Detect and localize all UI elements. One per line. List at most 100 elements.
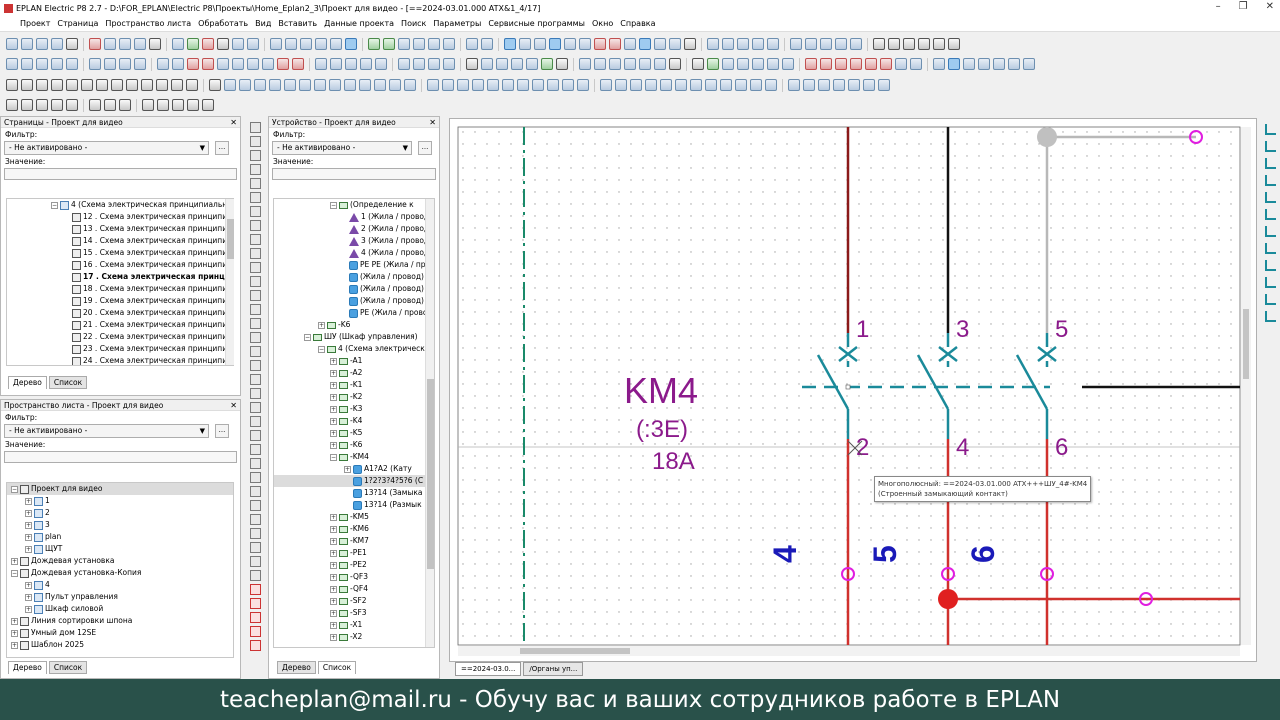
toolbar-button-icon[interactable] [805,38,817,50]
toolbar-button-icon[interactable] [413,38,425,50]
expand-icon[interactable]: + [25,509,32,517]
insert-tool-icon[interactable] [249,164,261,175]
tree-node[interactable]: 15 . Схема электрическая принципи [7,247,233,259]
toolbar-button-icon[interactable] [186,79,198,91]
toolbar-button-icon[interactable] [692,58,704,70]
tree-node[interactable]: + -PE1 [274,547,434,559]
layout-filter-select[interactable]: - Не активировано - ▼ [4,424,209,438]
menu-item[interactable]: Параметры [433,19,481,28]
toolbar-button-icon[interactable] [562,79,574,91]
tree-node[interactable]: + ЩУТ [7,543,233,555]
toolbar-button-icon[interactable] [202,38,214,50]
connection-symbol-icon[interactable] [1264,294,1276,305]
expand-icon[interactable]: + [25,605,32,613]
toolbar-button-icon[interactable] [873,38,885,50]
tree-node[interactable]: + -QF4 [274,583,434,595]
filter-browse-button[interactable]: ... [215,424,229,438]
tab-list[interactable]: Список [317,661,357,674]
toolbar-button-icon[interactable] [187,38,199,50]
expand-icon[interactable]: − [304,333,311,341]
toolbar-button-icon[interactable] [519,38,531,50]
page-tab-active[interactable]: ==2024-03.0... [455,662,522,676]
tree-node[interactable]: 19 . Схема электрическая принципи [7,295,233,307]
toolbar-button-icon[interactable] [443,38,455,50]
toolbar-button-icon[interactable] [767,38,779,50]
toolbar-button-icon[interactable] [413,58,425,70]
toolbar-button-icon[interactable] [630,79,642,91]
tree-node[interactable]: (Жила / провод) (= [274,271,434,283]
tree-node[interactable]: 24 . Схема электрическая принципи [7,355,233,365]
toolbar-button-icon[interactable] [496,58,508,70]
insert-tool-icon[interactable] [249,234,261,245]
connection-symbol-icon[interactable] [1264,124,1276,135]
toolbar-button-icon[interactable] [81,79,93,91]
tree-node[interactable]: +3 [7,519,233,531]
insert-tool-icon[interactable] [249,206,261,217]
connection-symbol-icon[interactable] [1264,260,1276,271]
insert-tool-icon[interactable] [249,304,261,315]
toolbar-button-icon[interactable] [504,38,516,50]
toolbar-button-icon[interactable] [119,38,131,50]
menu-item[interactable]: Вид [255,19,271,28]
tree-node[interactable]: 13?14 (Размык [274,499,434,511]
toolbar-button-icon[interactable] [579,38,591,50]
toolbar-button-icon[interactable] [269,79,281,91]
insert-tool-icon[interactable] [249,374,261,385]
toolbar-button-icon[interactable] [880,58,892,70]
toolbar-button-icon[interactable] [314,79,326,91]
expand-icon[interactable]: + [344,465,351,473]
tree-node[interactable]: 18 . Схема электрическая принципи [7,283,233,295]
toolbar-button-icon[interactable] [1008,58,1020,70]
tab-tree[interactable]: Дерево [8,661,47,674]
toolbar-button-icon[interactable] [645,79,657,91]
tree-node[interactable]: + -K1 [274,379,434,391]
expand-icon[interactable]: + [330,429,337,437]
toolbar-button-icon[interactable] [690,79,702,91]
insert-tool-icon[interactable] [249,402,261,413]
pages-value-field[interactable] [4,168,237,180]
toolbar-button-icon[interactable] [36,99,48,111]
expand-icon[interactable]: + [25,533,32,541]
tree-node[interactable]: + -X2 [274,631,434,643]
toolbar-button-icon[interactable] [933,38,945,50]
expand-icon[interactable]: + [330,561,337,569]
tree-node[interactable]: + -K6 [274,439,434,451]
toolbar-button-icon[interactable] [66,58,78,70]
toolbar-button-icon[interactable] [820,38,832,50]
pages-scrollbar[interactable] [225,199,234,365]
toolbar-button-icon[interactable] [466,38,478,50]
expand-icon[interactable]: + [11,641,18,649]
toolbar-button-icon[interactable] [119,58,131,70]
toolbar-button-icon[interactable] [848,79,860,91]
toolbar-button-icon[interactable] [36,79,48,91]
toolbar-button-icon[interactable] [119,99,131,111]
toolbar-button-icon[interactable] [600,79,612,91]
insert-tool-icon[interactable] [249,248,261,259]
tree-node[interactable]: (Жила / провод) (= [274,283,434,295]
toolbar-button-icon[interactable] [374,79,386,91]
toolbar-button-icon[interactable] [217,38,229,50]
layout-tree[interactable]: − Проект для видео +1 +2 +3 + plan + ЩУТ + Дождева… [6,482,234,658]
insert-tool-icon[interactable] [249,598,261,609]
toolbar-button-icon[interactable] [51,79,63,91]
menu-item[interactable]: Вставить [278,19,317,28]
toolbar-button-icon[interactable] [705,79,717,91]
insert-tool-icon[interactable] [249,444,261,455]
tab-tree[interactable]: Дерево [277,661,316,674]
toolbar-button-icon[interactable] [134,38,146,50]
menu-item[interactable]: Пространство листа [105,19,191,28]
toolbar-button-icon[interactable] [96,79,108,91]
toolbar-button-icon[interactable] [737,58,749,70]
insert-tool-icon[interactable] [249,640,261,651]
expand-icon[interactable]: + [330,609,337,617]
expand-icon[interactable]: + [330,573,337,581]
toolbar-button-icon[interactable] [209,79,221,91]
insert-tool-icon[interactable] [249,122,261,133]
toolbar-button-icon[interactable] [978,58,990,70]
toolbar-button-icon[interactable] [262,58,274,70]
insert-tool-icon[interactable] [249,612,261,623]
toolbar-button-icon[interactable] [782,58,794,70]
expand-icon[interactable]: + [330,441,337,449]
toolbar-button-icon[interactable] [345,58,357,70]
tree-node[interactable]: PE PE (Жила / пров [274,259,434,271]
